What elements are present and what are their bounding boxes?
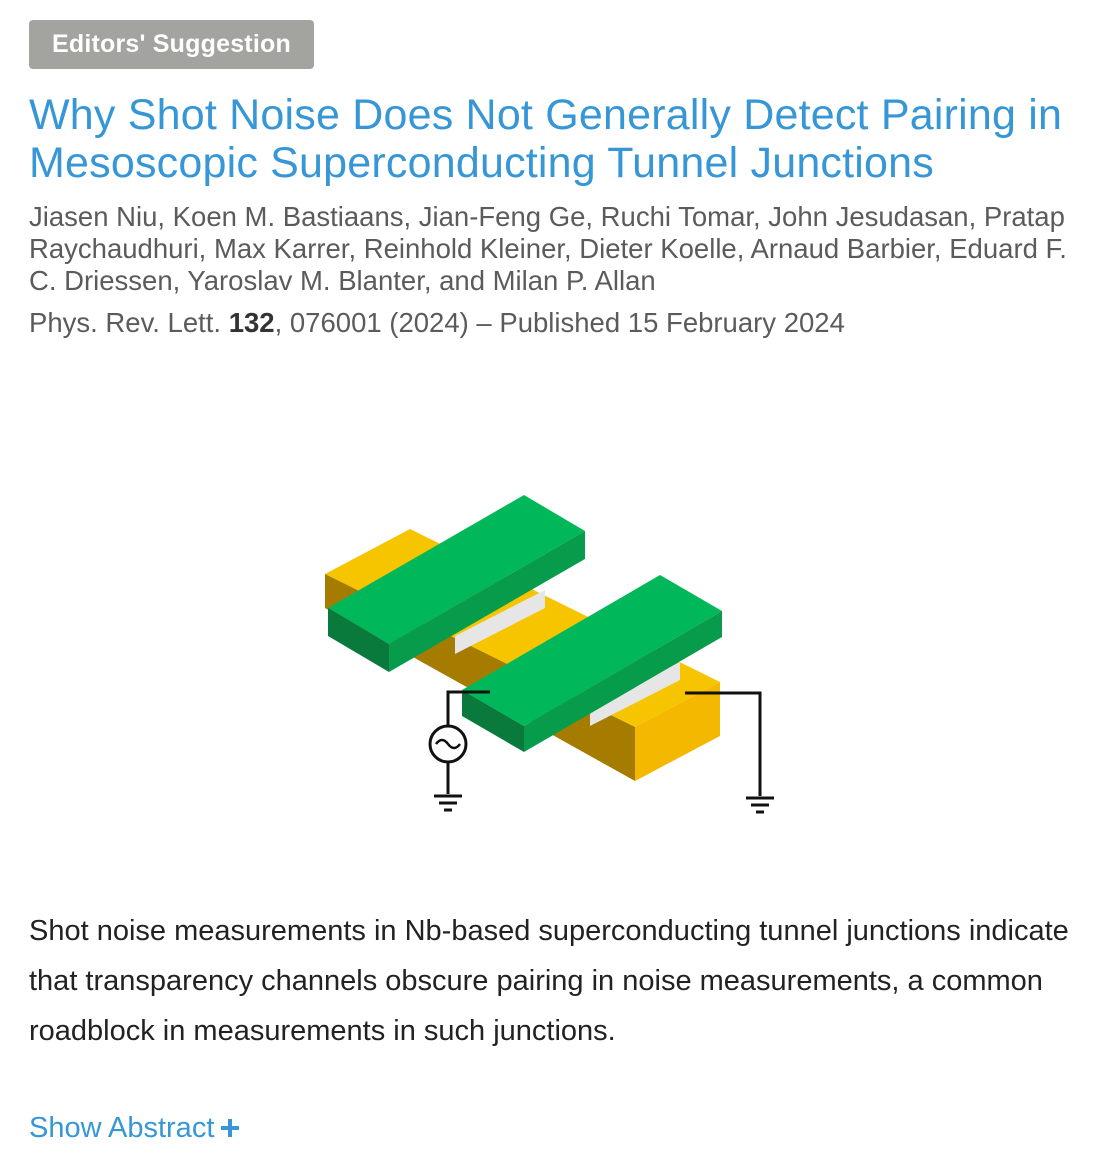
tunnel-junction-figure [325, 495, 774, 814]
show-abstract-link[interactable]: Show Abstract [29, 1108, 240, 1148]
author-list: Jiasen Niu, Koen M. Bastiaans, Jian-Feng… [29, 201, 1067, 296]
plus-icon [221, 1119, 240, 1137]
article-summary: Shot noise measurements in Nb-based supe… [29, 915, 1069, 1047]
article-entry: Editors' Suggestion Why Shot Noise Does … [29, 20, 1079, 339]
article-title-link[interactable]: Why Shot Noise Does Not Generally Detect… [29, 91, 1079, 187]
journal-name: Phys. Rev. Lett. [29, 307, 222, 338]
ground-icon [434, 794, 462, 812]
editors-suggestion-badge: Editors' Suggestion [29, 20, 314, 69]
show-abstract-label: Show Abstract [29, 1112, 215, 1144]
citation: Phys. Rev. Lett. 132, 076001 (2024) – Pu… [29, 307, 1079, 339]
ground-icon [746, 796, 774, 814]
citation-details: , 076001 (2024) – Published 15 February … [274, 307, 845, 338]
volume-number: 132 [228, 307, 275, 338]
